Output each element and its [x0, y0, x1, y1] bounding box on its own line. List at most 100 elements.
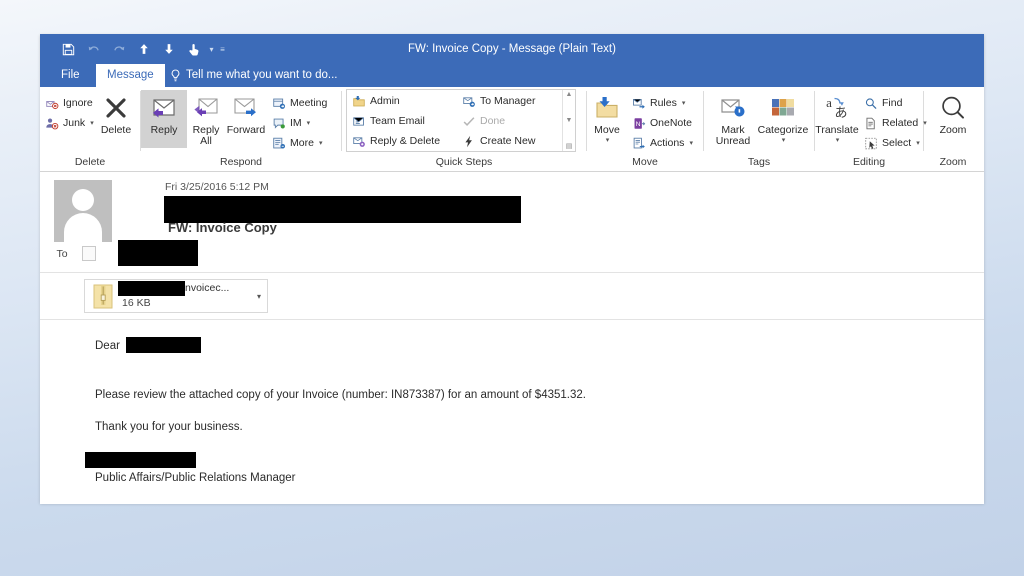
quick-step-done-label: Done [480, 115, 506, 127]
chevron-down-icon[interactable]: ▾ [319, 139, 323, 147]
to-presence-chip[interactable] [82, 246, 96, 261]
more-label: More [290, 137, 314, 149]
svg-text:あ: あ [834, 105, 847, 120]
reply-delete-icon [351, 134, 366, 149]
tab-file[interactable]: File [50, 64, 91, 87]
ignore-button[interactable]: Ignore [40, 93, 94, 113]
zoom-magnifier-icon [939, 93, 967, 123]
rules-label: Rules [650, 97, 677, 109]
im-icon [271, 116, 286, 131]
mark-unread-button[interactable]: Mark Unread [709, 90, 757, 147]
rules-icon [631, 96, 646, 111]
folder-move-icon [351, 94, 366, 109]
done-check-icon [461, 114, 476, 129]
ribbon-group-zoom: Zoom Zoom [924, 87, 982, 171]
tell-me-label: Tell me what you want to do... [186, 69, 338, 81]
to-label: To [56, 247, 68, 260]
move-button[interactable]: Move ▾ [587, 90, 627, 144]
quick-step-reply-delete-label: Reply & Delete [370, 135, 441, 147]
quick-step-done[interactable]: Done [457, 111, 562, 131]
chevron-down-icon[interactable]: ▾ [606, 136, 610, 144]
related-button[interactable]: Related ▾ [859, 113, 927, 133]
chevron-down-icon[interactable]: ▾ [307, 119, 311, 127]
chevron-down-icon[interactable]: ▾ [916, 139, 920, 147]
chevron-down-icon[interactable]: ▾ [689, 139, 693, 147]
message-subject: FW: Invoice Copy [168, 220, 277, 235]
more-button[interactable]: More ▾ [267, 133, 337, 153]
translate-button[interactable]: aあ Translate ▾ [815, 90, 859, 144]
attachment-area: nvoicec... 16 KB ▾ [40, 273, 984, 320]
quick-step-to-manager[interactable]: To Manager [457, 91, 562, 111]
junk-button[interactable]: Junk ▾ [40, 113, 94, 133]
forward-icon [232, 93, 260, 123]
create-new-icon [461, 134, 476, 149]
to-line: To [48, 246, 96, 261]
attachment-name-redacted [118, 281, 185, 296]
signature-name-redacted [85, 452, 196, 468]
junk-icon [44, 116, 59, 131]
avatar[interactable] [54, 180, 112, 261]
forward-button[interactable]: Forward [225, 90, 267, 136]
tell-me-box[interactable]: Tell me what you want to do... [170, 64, 338, 87]
reply-all-button[interactable]: Reply All [187, 90, 225, 147]
select-button[interactable]: Select ▾ [859, 133, 923, 153]
actions-button[interactable]: Actions ▾ [627, 133, 701, 153]
reply-all-label: Reply All [192, 124, 220, 147]
quick-steps-scrollbar[interactable]: ▲ ▼ ▤ [562, 90, 575, 151]
scroll-up-icon[interactable]: ▲ [566, 91, 573, 98]
related-icon [863, 116, 878, 131]
body-greeting-redacted [126, 337, 201, 353]
to-recipient-redacted[interactable] [118, 240, 198, 266]
respond-small-buttons: Meeting IM ▾ More ▾ [267, 90, 337, 153]
avatar-head [72, 189, 94, 211]
chevron-down-icon[interactable]: ▾ [836, 136, 840, 144]
delete-small-buttons: Ignore Junk ▾ [40, 90, 94, 133]
team-email-icon [351, 114, 366, 129]
junk-label: Junk [63, 117, 86, 129]
message-header: Fri 3/25/2016 5:12 PM FW: Invoice Copy T… [40, 172, 984, 273]
rules-button[interactable]: Rules ▾ [627, 93, 701, 113]
lightbulb-icon [170, 69, 181, 83]
attachment-item[interactable]: nvoicec... 16 KB ▾ [84, 279, 268, 313]
quick-step-create-new-label: Create New [480, 135, 536, 147]
group-label-delete: Delete [74, 156, 106, 168]
scroll-down-icon[interactable]: ▼ [566, 117, 573, 124]
ribbon-group-editing: aあ Translate ▾ Find Related ▾ Select ▾ E… [815, 87, 927, 171]
attachment-size: 16 KB [122, 297, 151, 309]
ignore-label: Ignore [63, 97, 93, 109]
group-label-respond: Respond [219, 156, 263, 168]
quick-step-reply-delete[interactable]: Reply & Delete [347, 131, 457, 151]
quick-steps-column-2: To Manager Done Create New [457, 90, 562, 151]
meeting-icon [271, 96, 286, 111]
chevron-down-icon[interactable]: ▾ [782, 136, 786, 144]
more-icon [271, 136, 286, 151]
group-label-zoom: Zoom [939, 156, 967, 168]
group-label-tags: Tags [747, 156, 771, 168]
delete-button[interactable]: Delete [94, 90, 138, 136]
sender-name-redacted[interactable] [164, 196, 521, 223]
quick-step-team-email[interactable]: Team Email [347, 111, 457, 131]
ribbon: Ignore Junk ▾ Delete Delete Reply Reply … [40, 87, 984, 172]
find-button[interactable]: Find [859, 93, 923, 113]
reply-button[interactable]: Reply [141, 90, 187, 148]
meeting-button[interactable]: Meeting [267, 93, 337, 113]
onenote-button[interactable]: N OneNote [627, 113, 701, 133]
ribbon-group-tags: Mark Unread Categorize ▾ Tags [704, 87, 814, 171]
quick-step-to-manager-label: To Manager [480, 95, 536, 107]
to-manager-icon [461, 94, 476, 109]
find-icon [863, 96, 878, 111]
body-greeting-line: Dear [95, 337, 984, 355]
im-button[interactable]: IM ▾ [267, 113, 337, 133]
tab-message[interactable]: Message [96, 64, 165, 87]
quick-steps-expand-icon[interactable]: ▤ [566, 142, 573, 150]
ignore-icon [44, 96, 59, 111]
zoom-button[interactable]: Zoom [928, 90, 978, 136]
message-body[interactable]: Dear Please review the attached copy of … [40, 320, 984, 484]
translate-label: Translate [815, 124, 859, 136]
categorize-button[interactable]: Categorize ▾ [757, 90, 809, 144]
quick-step-create-new[interactable]: Create New [457, 131, 562, 151]
attachment-dropdown-icon[interactable]: ▾ [251, 292, 267, 301]
categorize-icon [770, 93, 796, 123]
quick-step-admin[interactable]: Admin [347, 91, 457, 111]
chevron-down-icon[interactable]: ▾ [682, 99, 686, 107]
